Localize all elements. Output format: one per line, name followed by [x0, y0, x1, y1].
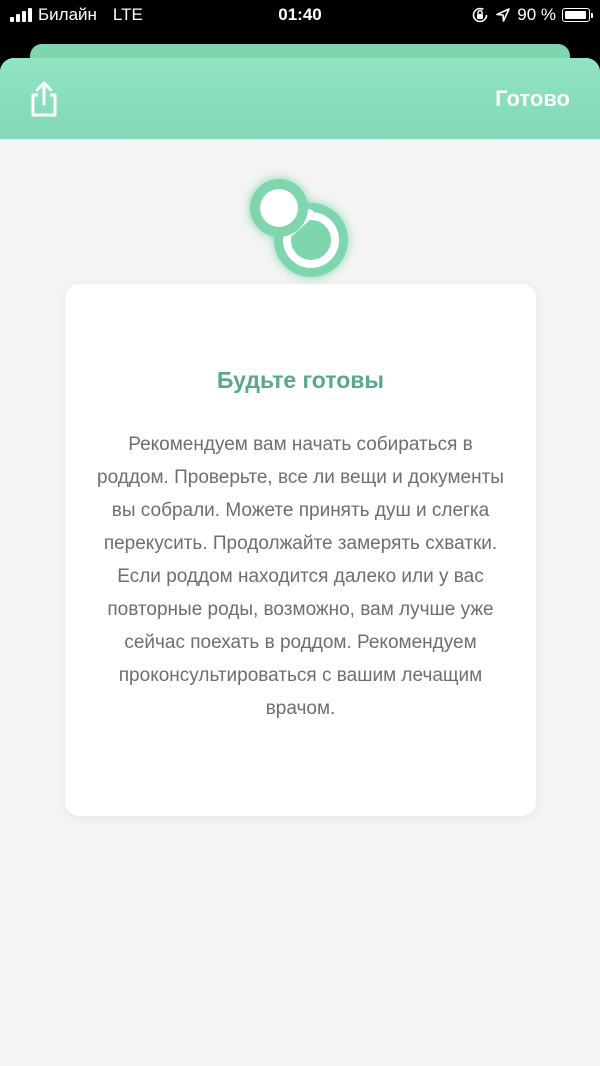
battery-percent: 90 %	[517, 5, 556, 24]
status-bar-right: 90 %	[471, 5, 593, 25]
battery-icon	[562, 8, 593, 22]
info-card: Будьте готовы Рекомендуем вам начать соб…	[65, 284, 536, 816]
share-button[interactable]	[26, 80, 62, 118]
top-bar: Готово	[0, 58, 600, 139]
card-title: Будьте готовы	[216, 367, 385, 393]
card-text: Рекомендуем вам начать собираться в родд…	[97, 434, 504, 719]
orientation-lock-icon	[472, 7, 488, 23]
pacifier-icon	[250, 179, 348, 277]
location-arrow-icon	[496, 8, 511, 22]
status-bar: Билайн LTE 01:40 90 %	[0, 0, 600, 32]
share-icon	[31, 81, 57, 117]
done-button[interactable]: Готово	[495, 86, 570, 112]
screen: Билайн LTE 01:40 90 % Готово Будьте гото…	[0, 0, 600, 1066]
